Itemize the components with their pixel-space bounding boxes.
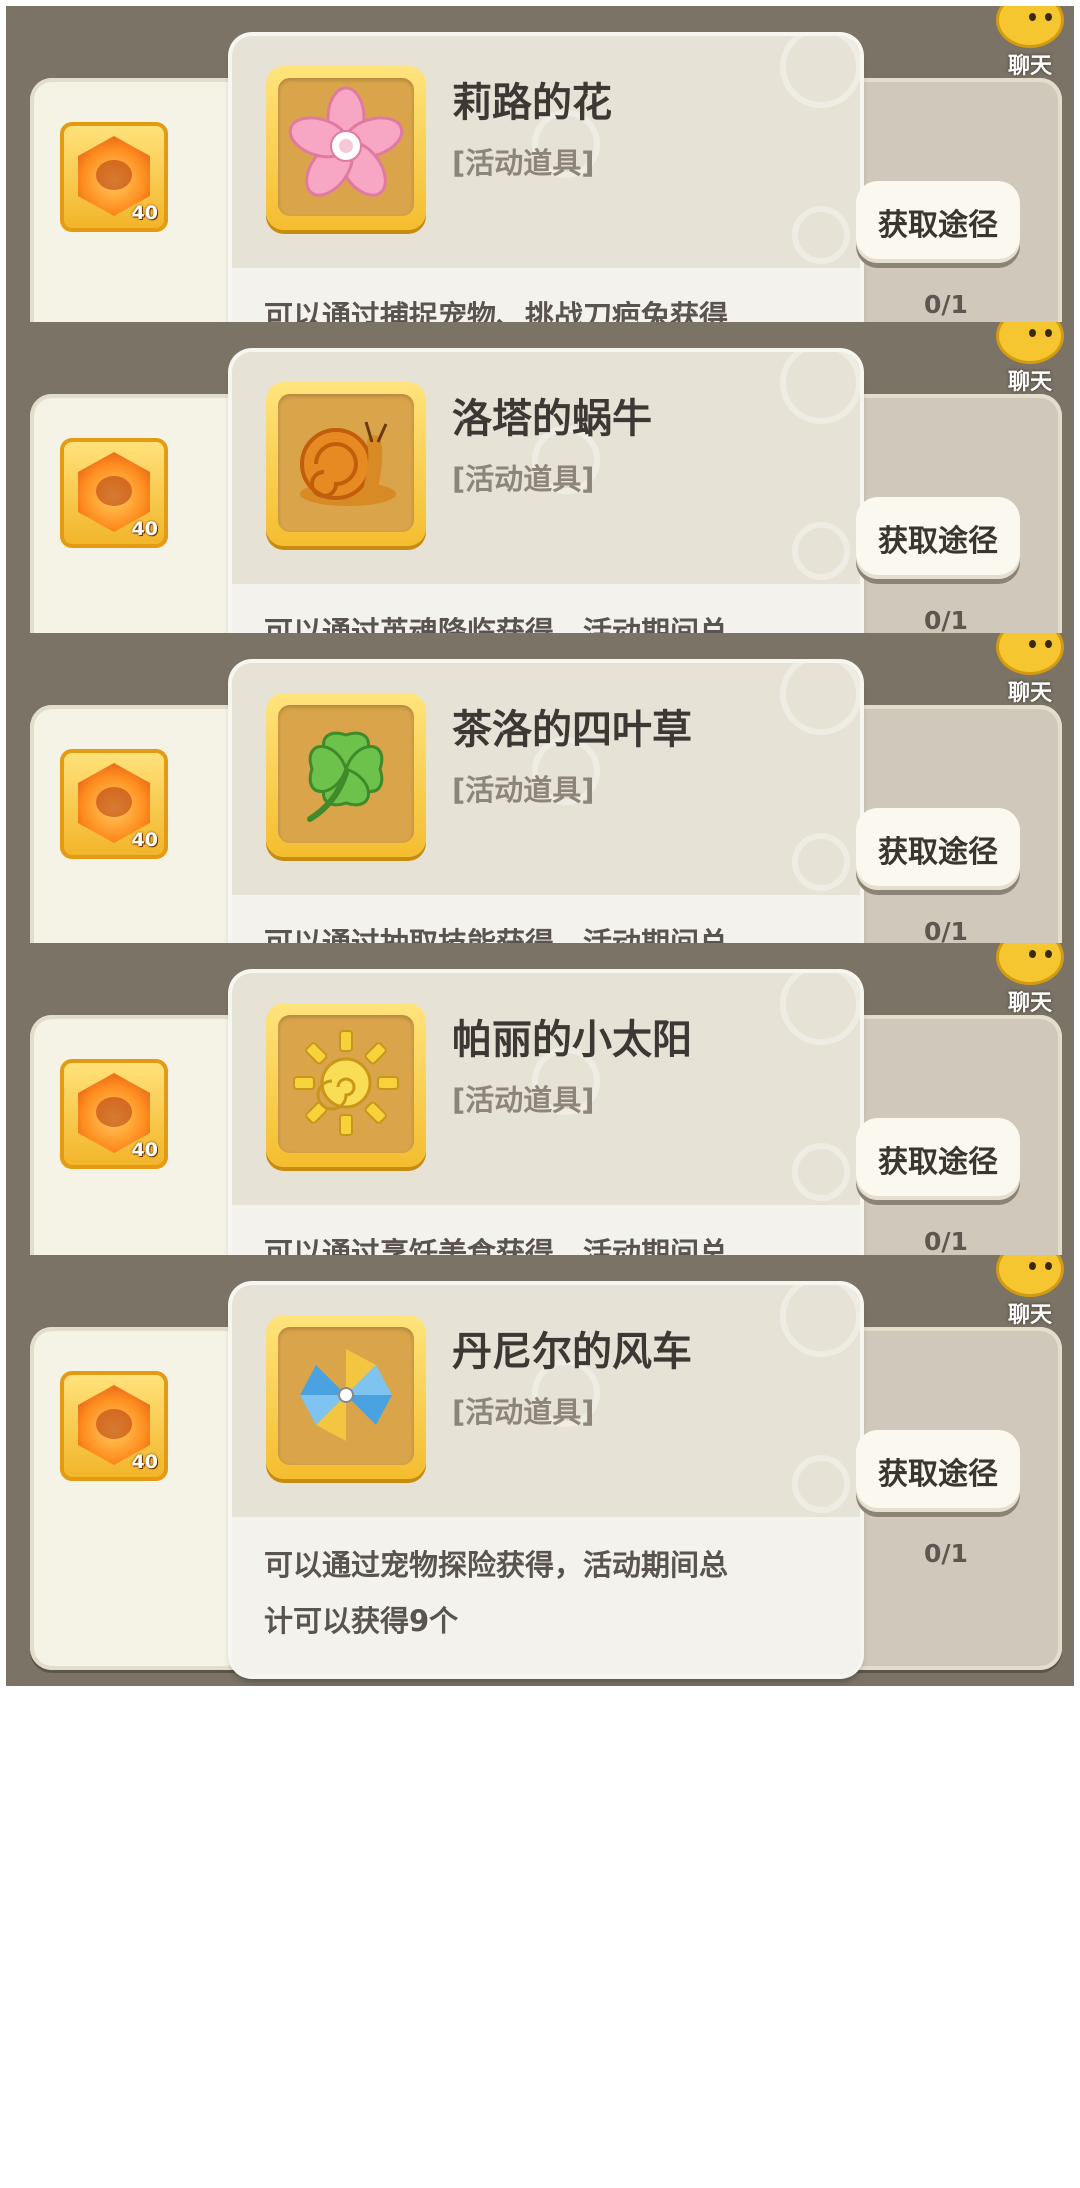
chat-mascot-icon bbox=[996, 633, 1064, 675]
lion-face-shape bbox=[96, 1409, 132, 1439]
item-icon-frame bbox=[266, 693, 426, 857]
item-description: 可以通过宠物探险获得，活动期间总 计可以获得9个 bbox=[264, 1537, 840, 1649]
item-category: [活动道具] bbox=[452, 1083, 595, 1117]
swirl-decoration bbox=[792, 1143, 850, 1201]
item-icon-frame bbox=[266, 66, 426, 230]
item-icon-inner bbox=[278, 1327, 414, 1465]
reward-badge[interactable]: 40 bbox=[60, 1059, 168, 1169]
swirl-decoration bbox=[780, 973, 860, 1045]
reward-quantity: 40 bbox=[131, 518, 158, 540]
item-category: [活动道具] bbox=[452, 773, 595, 807]
item-name: 莉路的花 bbox=[452, 80, 612, 126]
lion-face-shape bbox=[96, 476, 132, 506]
get-source-button[interactable]: 获取途径 bbox=[856, 1430, 1020, 1512]
item-detail-popup: 丹尼尔的风车 [活动道具] 可以通过宠物探险获得，活动期间总 计可以获得9个 bbox=[232, 1285, 860, 1675]
swirl-decoration bbox=[780, 352, 860, 424]
chat-mascot-icon bbox=[996, 322, 1064, 364]
description-line-1: 可以通过宠物探险获得，活动期间总 bbox=[264, 1548, 729, 1582]
get-source-button[interactable]: 获取途径 bbox=[856, 497, 1020, 579]
chat-label: 聊天 bbox=[1007, 681, 1052, 706]
chat-button[interactable]: 聊天 bbox=[978, 6, 1068, 79]
item-name: 丹尼尔的风车 bbox=[452, 1329, 692, 1375]
sun-icon bbox=[293, 1030, 399, 1136]
snail-icon bbox=[300, 421, 396, 506]
item-category: [活动道具] bbox=[452, 146, 595, 180]
item-category: [活动道具] bbox=[452, 462, 595, 496]
item-icon-inner bbox=[278, 705, 414, 843]
reward-badge[interactable]: 40 bbox=[60, 122, 168, 232]
swirl-decoration bbox=[792, 522, 850, 580]
swirl-decoration bbox=[792, 206, 850, 264]
swirl-decoration bbox=[792, 1455, 850, 1513]
swirl-decoration bbox=[780, 663, 860, 735]
chat-mascot-icon bbox=[996, 1255, 1064, 1297]
item-icon-inner bbox=[278, 394, 414, 532]
chat-mascot-icon bbox=[996, 943, 1064, 985]
item-name: 洛塔的蜗牛 bbox=[452, 396, 652, 442]
pinwheel-icon bbox=[300, 1349, 392, 1441]
reward-quantity: 40 bbox=[131, 1139, 158, 1161]
reward-quantity: 40 bbox=[131, 202, 158, 224]
swirl-decoration bbox=[792, 833, 850, 891]
chat-label: 聊天 bbox=[1007, 1303, 1052, 1328]
chat-button[interactable]: 聊天 bbox=[978, 633, 1068, 706]
collect-progress: 0/1 bbox=[924, 1227, 968, 1256]
reward-badge[interactable]: 40 bbox=[60, 749, 168, 859]
item-name: 帕丽的小太阳 bbox=[452, 1017, 692, 1063]
collect-progress: 0/1 bbox=[924, 917, 968, 946]
collect-progress: 0/1 bbox=[924, 290, 968, 319]
chat-button[interactable]: 聊天 bbox=[978, 322, 1068, 395]
chat-button[interactable]: 聊天 bbox=[978, 943, 1068, 1016]
chat-label: 聊天 bbox=[1007, 370, 1052, 395]
item-icon-inner bbox=[278, 78, 414, 216]
item-name: 茶洛的四叶草 bbox=[452, 707, 692, 753]
pink-flower-icon bbox=[288, 86, 404, 197]
item-category: [活动道具] bbox=[452, 1395, 595, 1429]
swirl-decoration bbox=[780, 1285, 860, 1357]
item-icon-inner bbox=[278, 1015, 414, 1153]
item-icon-frame bbox=[266, 1003, 426, 1167]
lion-face-shape bbox=[96, 1097, 132, 1127]
item-icon-frame bbox=[266, 1315, 426, 1479]
swirl-decoration bbox=[780, 36, 860, 108]
collect-progress: 0/1 bbox=[924, 1539, 968, 1568]
get-source-button[interactable]: 获取途径 bbox=[856, 808, 1020, 890]
chat-label: 聊天 bbox=[1007, 991, 1052, 1016]
collect-progress: 0/1 bbox=[924, 606, 968, 635]
reward-badge[interactable]: 40 bbox=[60, 1371, 168, 1481]
lion-face-shape bbox=[96, 787, 132, 817]
four-leaf-clover-icon bbox=[307, 731, 384, 822]
reward-quantity: 40 bbox=[131, 1451, 158, 1473]
lion-face-shape bbox=[96, 160, 132, 190]
get-source-button[interactable]: 获取途径 bbox=[856, 181, 1020, 263]
description-line-2: 计可以获得9个 bbox=[264, 1604, 459, 1638]
chat-button[interactable]: 聊天 bbox=[978, 1255, 1068, 1328]
reward-quantity: 40 bbox=[131, 829, 158, 851]
item-panel: 40 聊天 丹尼尔的风车 [活动道具] 可以通过宠物探险获得，活动期间总 计可以… bbox=[6, 1255, 1074, 1686]
get-source-button[interactable]: 获取途径 bbox=[856, 1118, 1020, 1200]
item-icon-frame bbox=[266, 382, 426, 546]
chat-label: 聊天 bbox=[1007, 54, 1052, 79]
chat-mascot-icon bbox=[996, 6, 1064, 48]
reward-badge[interactable]: 40 bbox=[60, 438, 168, 548]
